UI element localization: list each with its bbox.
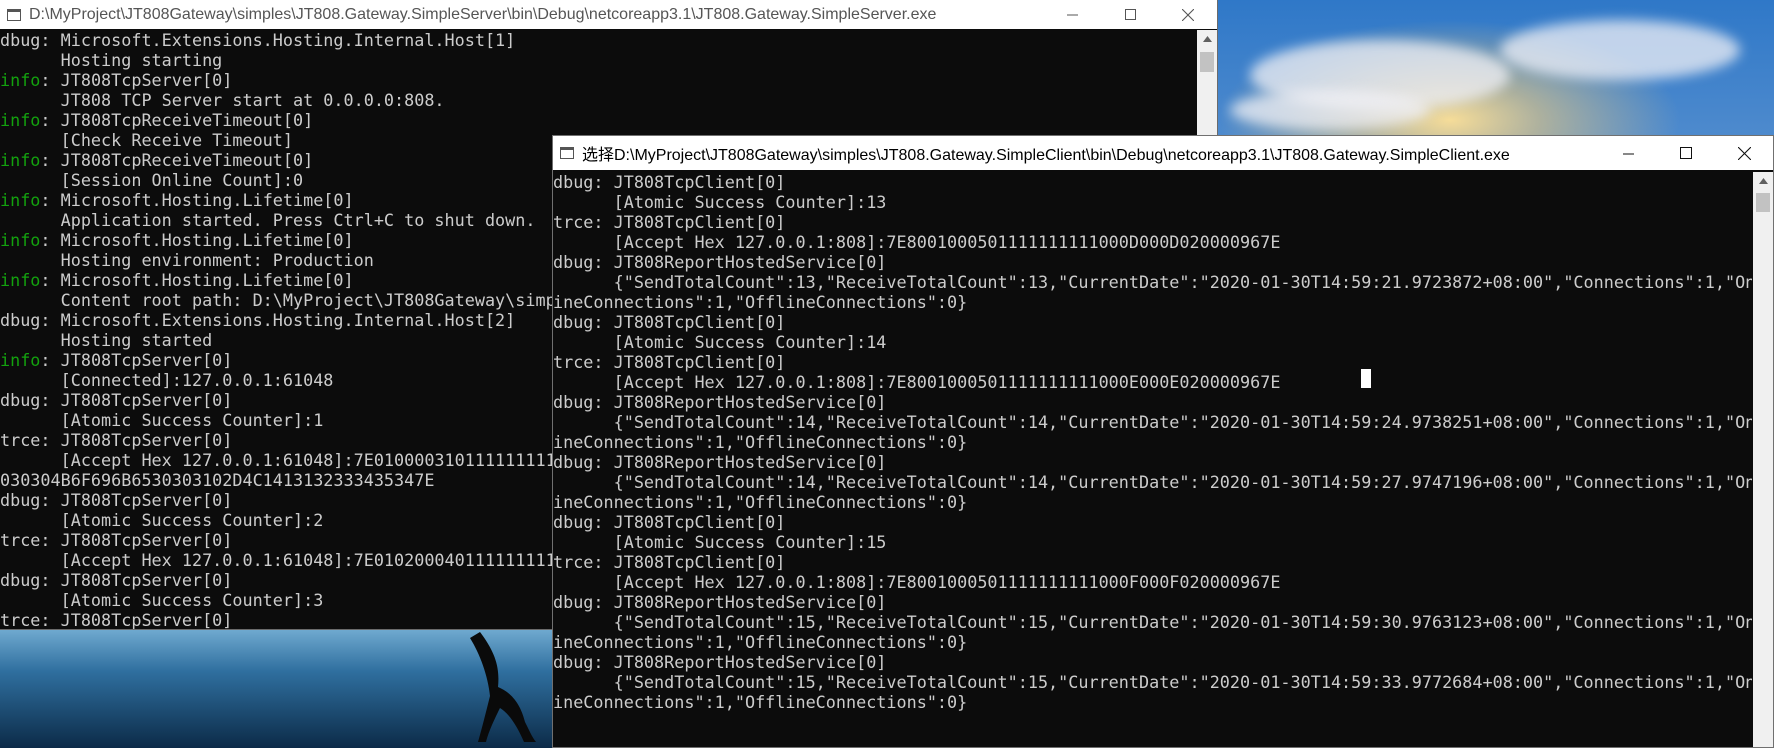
server-window-title: D:\MyProject\JT808Gateway\simples\JT808.…	[29, 5, 937, 23]
log-level-info: info	[0, 230, 41, 250]
console-app-icon	[7, 8, 21, 21]
client-window-title: 选择D:\MyProject\JT808Gateway\simples\JT80…	[582, 147, 1510, 164]
console-line: JT808 TCP Server start at 0.0.0.0:808.	[0, 90, 445, 110]
console-line: trce: JT808TcpClient[0]	[553, 352, 786, 372]
console-line: ineConnections":1,"OfflineConnections":0…	[553, 632, 968, 652]
log-level-info: info	[0, 270, 41, 290]
log-category: : JT808TcpServer[0]	[40, 70, 233, 90]
maximize-icon	[1124, 9, 1136, 20]
client-console-window[interactable]: 选择D:\MyProject\JT808Gateway\simples\JT80…	[552, 135, 1774, 748]
minimize-button[interactable]	[1043, 0, 1101, 29]
server-titlebar[interactable]: D:\MyProject\JT808Gateway\simples\JT808.…	[0, 0, 1217, 29]
console-line: {"SendTotalCount":13,"ReceiveTotalCount"…	[553, 272, 1752, 292]
scroll-up-button[interactable]	[1197, 30, 1217, 47]
log-level-info: info	[0, 350, 41, 370]
log-category: : Microsoft.Hosting.Lifetime[0]	[40, 270, 354, 290]
console-line: ineConnections":1,"OfflineConnections":0…	[553, 432, 968, 452]
console-line: [Accept Hex 127.0.0.1:808]:7E80010005011…	[553, 372, 1281, 392]
console-line: ineConnections":1,"OfflineConnections":0…	[553, 692, 968, 712]
minimize-icon	[1622, 153, 1634, 154]
console-line: dbug: Microsoft.Extensions.Hosting.Inter…	[0, 30, 516, 50]
maximize-icon	[1680, 147, 1692, 159]
console-line: {"SendTotalCount":15,"ReceiveTotalCount"…	[553, 612, 1752, 632]
console-line: [Atomic Success Counter]:14	[553, 332, 887, 352]
console-line: {"SendTotalCount":14,"ReceiveTotalCount"…	[553, 472, 1752, 492]
close-button[interactable]	[1715, 136, 1773, 170]
console-line: [Atomic Success Counter]:13	[553, 192, 887, 212]
client-console-output[interactable]: dbug: JT808TcpClient[0] [Atomic Success …	[553, 172, 1752, 747]
log-category: : JT808TcpServer[0]	[40, 350, 233, 370]
log-level-info: info	[0, 150, 41, 170]
cloud	[1500, 20, 1740, 80]
console-line: dbug: JT808ReportHostedService[0]	[553, 592, 887, 612]
minimize-button[interactable]	[1599, 136, 1657, 170]
console-line: ineConnections":1,"OfflineConnections":0…	[553, 492, 968, 512]
console-line: {"SendTotalCount":14,"ReceiveTotalCount"…	[553, 412, 1752, 432]
console-line: [Atomic Success Counter]:15	[553, 532, 887, 552]
console-line: dbug: JT808ReportHostedService[0]	[553, 252, 887, 272]
console-app-icon	[560, 147, 574, 159]
maximize-button[interactable]	[1657, 136, 1715, 170]
close-icon	[1737, 146, 1751, 160]
console-line: dbug: JT808TcpClient[0]	[553, 312, 786, 332]
client-titlebar[interactable]: 选择D:\MyProject\JT808Gateway\simples\JT80…	[553, 136, 1773, 170]
scrollbar-thumb[interactable]	[1200, 52, 1214, 72]
console-line: dbug: JT808ReportHostedService[0]	[553, 652, 887, 672]
scroll-up-button[interactable]	[1753, 172, 1773, 189]
console-line: dbug: JT808ReportHostedService[0]	[553, 452, 887, 472]
console-line: dbug: JT808TcpClient[0]	[553, 512, 786, 532]
scroll-up-arrow-icon	[1202, 35, 1212, 42]
console-line: dbug: JT808ReportHostedService[0]	[553, 392, 887, 412]
console-line: trce: JT808TcpClient[0]	[553, 552, 786, 572]
diver-silhouette-image	[470, 632, 536, 742]
console-line: trce: JT808TcpClient[0]	[553, 212, 786, 232]
console-line: ineConnections":1,"OfflineConnections":0…	[553, 292, 968, 312]
scroll-up-arrow-icon	[1758, 177, 1768, 184]
log-level-info: info	[0, 110, 41, 130]
minimize-icon	[1066, 14, 1078, 16]
console-line: info: JT808TcpReceiveTimeout[0]	[0, 110, 1196, 130]
console-line: dbug: JT808TcpClient[0]	[553, 172, 786, 192]
log-level-info: info	[0, 190, 41, 210]
log-category: : JT808TcpReceiveTimeout[0]	[40, 110, 314, 130]
console-line: [Accept Hex 127.0.0.1:808]:7E80010005011…	[553, 572, 1281, 592]
log-category: : Microsoft.Hosting.Lifetime[0]	[40, 230, 354, 250]
log-level-info: info	[0, 70, 41, 90]
text-cursor	[1361, 369, 1371, 388]
console-line: [Accept Hex 127.0.0.1:808]:7E80010005011…	[553, 232, 1281, 252]
log-category: : JT808TcpReceiveTimeout[0]	[40, 150, 314, 170]
scrollbar-thumb[interactable]	[1756, 193, 1770, 212]
console-line: Hosting starting	[0, 50, 223, 70]
log-category: : Microsoft.Hosting.Lifetime[0]	[40, 190, 354, 210]
cloud	[1230, 90, 1430, 130]
console-line: info: JT808TcpServer[0]	[0, 70, 1196, 90]
client-scrollbar[interactable]	[1753, 172, 1773, 747]
maximize-button[interactable]	[1101, 0, 1159, 29]
close-button[interactable]	[1159, 0, 1217, 29]
close-icon	[1182, 8, 1194, 21]
console-line: {"SendTotalCount":15,"ReceiveTotalCount"…	[553, 672, 1752, 692]
